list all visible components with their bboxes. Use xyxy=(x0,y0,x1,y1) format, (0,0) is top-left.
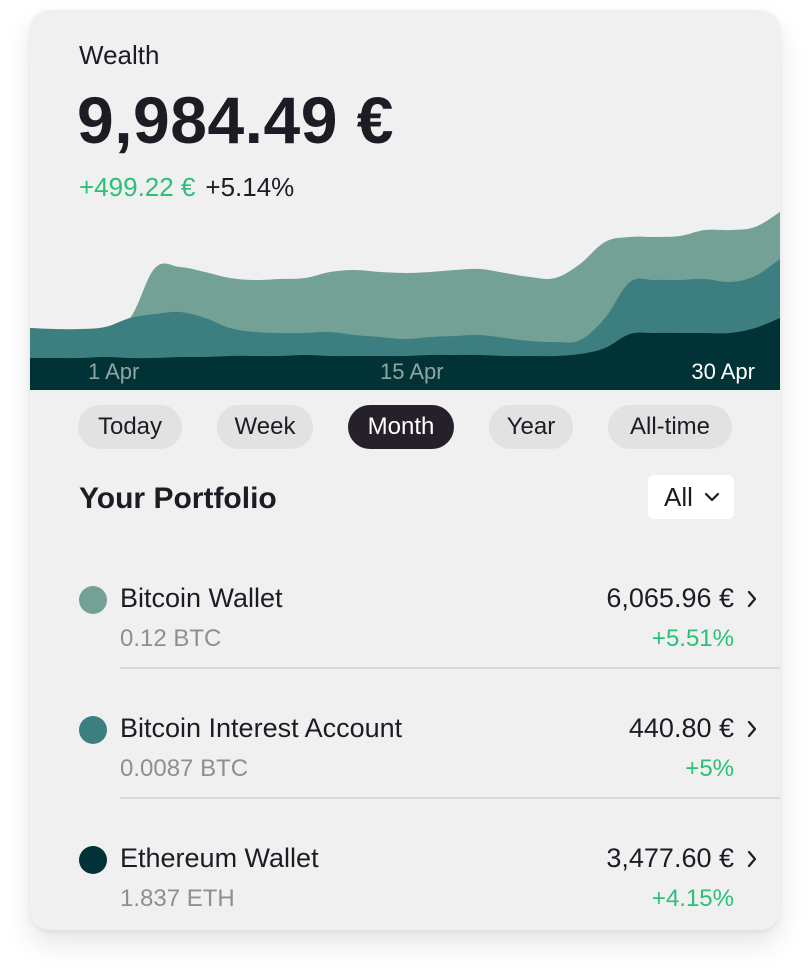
asset-row-ethereum-wallet[interactable]: Ethereum Wallet 1.837 ETH 3,477.60 € +4.… xyxy=(30,833,780,930)
period-year[interactable]: Year xyxy=(489,405,573,449)
asset-color-dot xyxy=(79,716,107,744)
divider xyxy=(120,797,780,799)
asset-amount: 0.0087 BTC xyxy=(120,755,249,782)
filter-label: All xyxy=(664,482,693,512)
asset-value: 6,065.96 € xyxy=(606,583,734,613)
wealth-chart[interactable]: 1 Apr 15 Apr 30 Apr xyxy=(30,210,780,390)
asset-color-dot xyxy=(79,846,107,874)
period-all-time[interactable]: All-time xyxy=(608,405,732,449)
asset-amount: 1.837 ETH xyxy=(120,885,235,912)
chevron-down-icon xyxy=(704,492,720,502)
chart-x-label: 1 Apr xyxy=(88,359,139,384)
asset-amount: 0.12 BTC xyxy=(120,625,222,652)
portfolio-title: Your Portfolio xyxy=(79,482,277,515)
wealth-card: Wealth 9,984.49 € +499.22 € +5.14% 1 Apr 1… xyxy=(30,10,780,930)
period-month[interactable]: Month xyxy=(348,405,454,449)
wealth-label: Wealth xyxy=(79,40,160,70)
wealth-change: +499.22 € +5.14% xyxy=(79,172,294,203)
asset-change: +5% xyxy=(685,755,734,782)
asset-value: 3,477.60 € xyxy=(606,843,734,873)
asset-name: Ethereum Wallet xyxy=(120,843,319,873)
asset-change: +4.15% xyxy=(651,885,734,912)
chart-x-label: 15 Apr xyxy=(380,359,444,384)
chevron-right-icon xyxy=(747,590,757,608)
divider xyxy=(120,667,780,669)
asset-value: 440.80 € xyxy=(628,713,734,743)
chevron-right-icon xyxy=(747,850,757,868)
change-absolute: +499.22 € xyxy=(79,172,196,202)
asset-change: +5.51% xyxy=(651,625,734,652)
period-selector: Today Week Month Year All-time xyxy=(30,405,780,449)
asset-name: Bitcoin Wallet xyxy=(120,583,283,613)
asset-color-dot xyxy=(79,586,107,614)
period-week[interactable]: Week xyxy=(217,405,313,449)
wealth-total: 9,984.49 € xyxy=(77,83,394,157)
period-today[interactable]: Today xyxy=(78,405,182,449)
chart-x-label: 30 Apr xyxy=(691,359,755,384)
chevron-right-icon xyxy=(747,720,757,738)
change-percent: +5.14% xyxy=(205,172,295,202)
asset-name: Bitcoin Interest Account xyxy=(120,713,403,743)
portfolio-filter-dropdown[interactable]: All xyxy=(648,475,734,519)
wealth-chart-svg: 1 Apr 15 Apr 30 Apr xyxy=(30,212,780,390)
